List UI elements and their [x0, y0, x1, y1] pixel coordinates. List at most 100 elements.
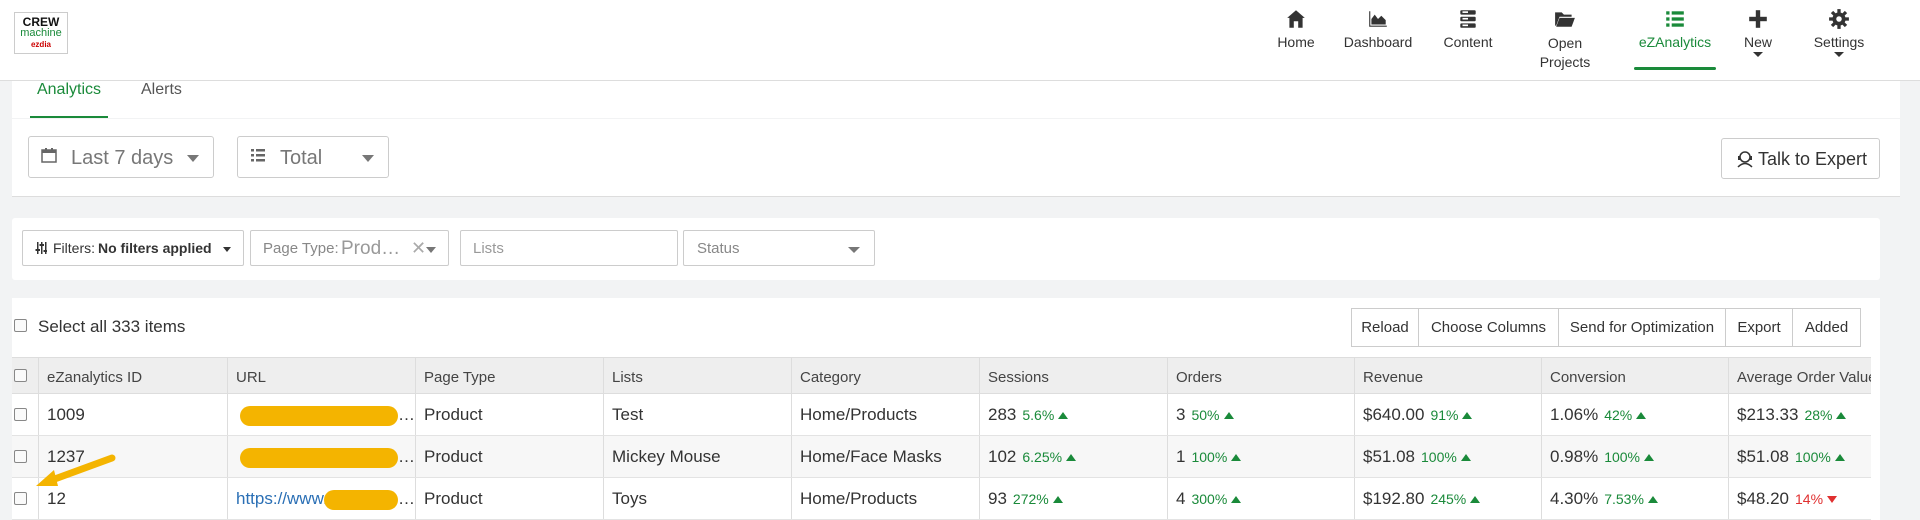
nav-settings-label: Settings: [1813, 34, 1865, 50]
header-url[interactable]: URL: [228, 358, 416, 393]
date-range-select[interactable]: Last 7 days: [28, 136, 214, 178]
chevron-down-icon: [426, 247, 436, 253]
redaction-mark: [324, 490, 398, 510]
table-header-row: eZanalytics ID URL Page Type Lists Categ…: [12, 357, 1871, 394]
orders-delta: 50%: [1191, 407, 1220, 423]
cell-url[interactable]: …: [228, 436, 416, 477]
revenue-delta: 91%: [1430, 407, 1459, 423]
ellipsis: …: [398, 447, 415, 466]
plus-icon: [1749, 10, 1767, 28]
url-link[interactable]: https://www.: [236, 489, 328, 508]
filters-label: Filters:: [53, 240, 95, 256]
crewmachine-logo[interactable]: CREW machine ezdia: [14, 12, 68, 54]
cell-url[interactable]: https://www. …: [228, 478, 416, 519]
cell-sessions: 93 272%: [980, 478, 1168, 519]
cell-page-type: Product: [416, 394, 604, 435]
export-button[interactable]: Export: [1725, 308, 1793, 347]
revenue-delta: 100%: [1421, 449, 1457, 465]
logo-line-2: machine: [20, 27, 62, 39]
list-icon: [1666, 11, 1684, 27]
orders-value: 4: [1176, 489, 1186, 508]
conversion-value: 0.98%: [1550, 447, 1599, 466]
trend-up-icon: [1460, 454, 1471, 461]
cell-orders: 4 300%: [1168, 478, 1355, 519]
trend-up-icon: [1644, 454, 1655, 461]
redaction-mark: [240, 406, 398, 426]
sessions-value: 93: [988, 489, 1007, 508]
row-checkbox[interactable]: [14, 408, 27, 421]
page-type-value: Prod…: [341, 238, 401, 259]
table-row: 1237 … Product Mickey Mouse Home/Face Ma…: [12, 436, 1871, 478]
redaction-mark: [240, 448, 398, 468]
header-sessions[interactable]: Sessions: [980, 358, 1168, 393]
area-chart-icon: [1369, 11, 1387, 27]
revenue-delta: 245%: [1430, 491, 1467, 507]
revenue-value: $192.80: [1363, 489, 1425, 508]
talk-to-expert-label: Talk to Expert: [1758, 149, 1868, 169]
aov-value: $48.20: [1737, 489, 1789, 508]
chevron-down-icon: [187, 155, 199, 162]
header-lists[interactable]: Lists: [604, 358, 792, 393]
header-orders[interactable]: Orders: [1168, 358, 1355, 393]
cell-sessions: 102 6.25%: [980, 436, 1168, 477]
cell-revenue: $640.00 91%: [1355, 394, 1542, 435]
header-conversion[interactable]: Conversion: [1542, 358, 1729, 393]
tab-analytics[interactable]: Analytics: [30, 81, 108, 118]
aov-delta: 100%: [1795, 449, 1831, 465]
nav-open-projects[interactable]: Open Projects: [1530, 8, 1600, 78]
header-revenue[interactable]: Revenue: [1355, 358, 1542, 393]
filters-dropdown[interactable]: Filters: No filters applied: [22, 230, 244, 266]
trend-up-icon: [1058, 412, 1069, 419]
orders-value: 3: [1176, 405, 1186, 424]
clear-icon[interactable]: ✕: [411, 238, 426, 259]
nav-ezanalytics[interactable]: eZAnalytics: [1634, 8, 1716, 78]
ellipsis: …: [398, 405, 415, 424]
cell-orders: 3 50%: [1168, 394, 1355, 435]
status-filter-select[interactable]: Status: [683, 230, 875, 266]
cell-lists: Test: [604, 394, 792, 435]
cell-lists: Mickey Mouse: [604, 436, 792, 477]
annotation-arrow-icon: [36, 454, 116, 486]
nav-content[interactable]: Content: [1440, 8, 1496, 78]
cell-page-type: Product: [416, 478, 604, 519]
cell-id: 1009: [39, 394, 228, 435]
select-all-checkbox[interactable]: [14, 319, 27, 332]
conversion-delta: 42%: [1604, 407, 1633, 423]
nav-dashboard[interactable]: Dashboard: [1340, 8, 1416, 78]
aov-value: $213.33: [1737, 405, 1799, 424]
header-checkbox[interactable]: [14, 369, 27, 382]
chevron-down-icon: [1834, 52, 1844, 57]
cell-url[interactable]: …: [228, 394, 416, 435]
trend-up-icon: [1066, 454, 1077, 461]
nav-new[interactable]: New: [1740, 8, 1776, 78]
nav-open-projects-label: Open Projects: [1539, 35, 1591, 70]
row-checkbox[interactable]: [14, 492, 27, 505]
metric-select[interactable]: Total: [237, 136, 389, 178]
sessions-delta: 272%: [1012, 491, 1049, 507]
sessions-value: 283: [988, 405, 1017, 424]
cell-revenue: $51.08 100%: [1355, 436, 1542, 477]
header-page-type[interactable]: Page Type: [416, 358, 604, 393]
nav-home[interactable]: Home: [1274, 8, 1318, 78]
cell-lists: Toys: [604, 478, 792, 519]
added-button[interactable]: Added: [1792, 308, 1861, 347]
lists-filter-input[interactable]: Lists: [460, 230, 678, 266]
header-category[interactable]: Category: [792, 358, 980, 393]
analytics-tabs: Analytics Alerts: [12, 81, 1900, 118]
active-tab-underline: [30, 116, 108, 118]
talk-to-expert-button[interactable]: Talk to Expert: [1721, 138, 1880, 179]
active-nav-underline: [1634, 67, 1716, 70]
support-agent-icon: [1737, 151, 1753, 168]
header-average-order-value[interactable]: Average Order Value: [1729, 358, 1871, 393]
page-type-filter[interactable]: Page Type: Prod… ✕: [250, 230, 449, 266]
choose-columns-button[interactable]: Choose Columns: [1418, 308, 1559, 347]
send-for-optimization-button[interactable]: Send for Optimization: [1558, 308, 1726, 347]
tab-alerts[interactable]: Alerts: [141, 81, 191, 118]
nav-settings[interactable]: Settings: [1808, 8, 1870, 78]
reload-button[interactable]: Reload: [1351, 308, 1419, 347]
row-checkbox[interactable]: [14, 450, 27, 463]
conversion-delta: 100%: [1604, 449, 1641, 465]
header-ezanalytics-id[interactable]: eZanalytics ID: [39, 358, 228, 393]
trend-up-icon: [1231, 454, 1242, 461]
tab-analytics-label: Analytics: [36, 81, 102, 98]
